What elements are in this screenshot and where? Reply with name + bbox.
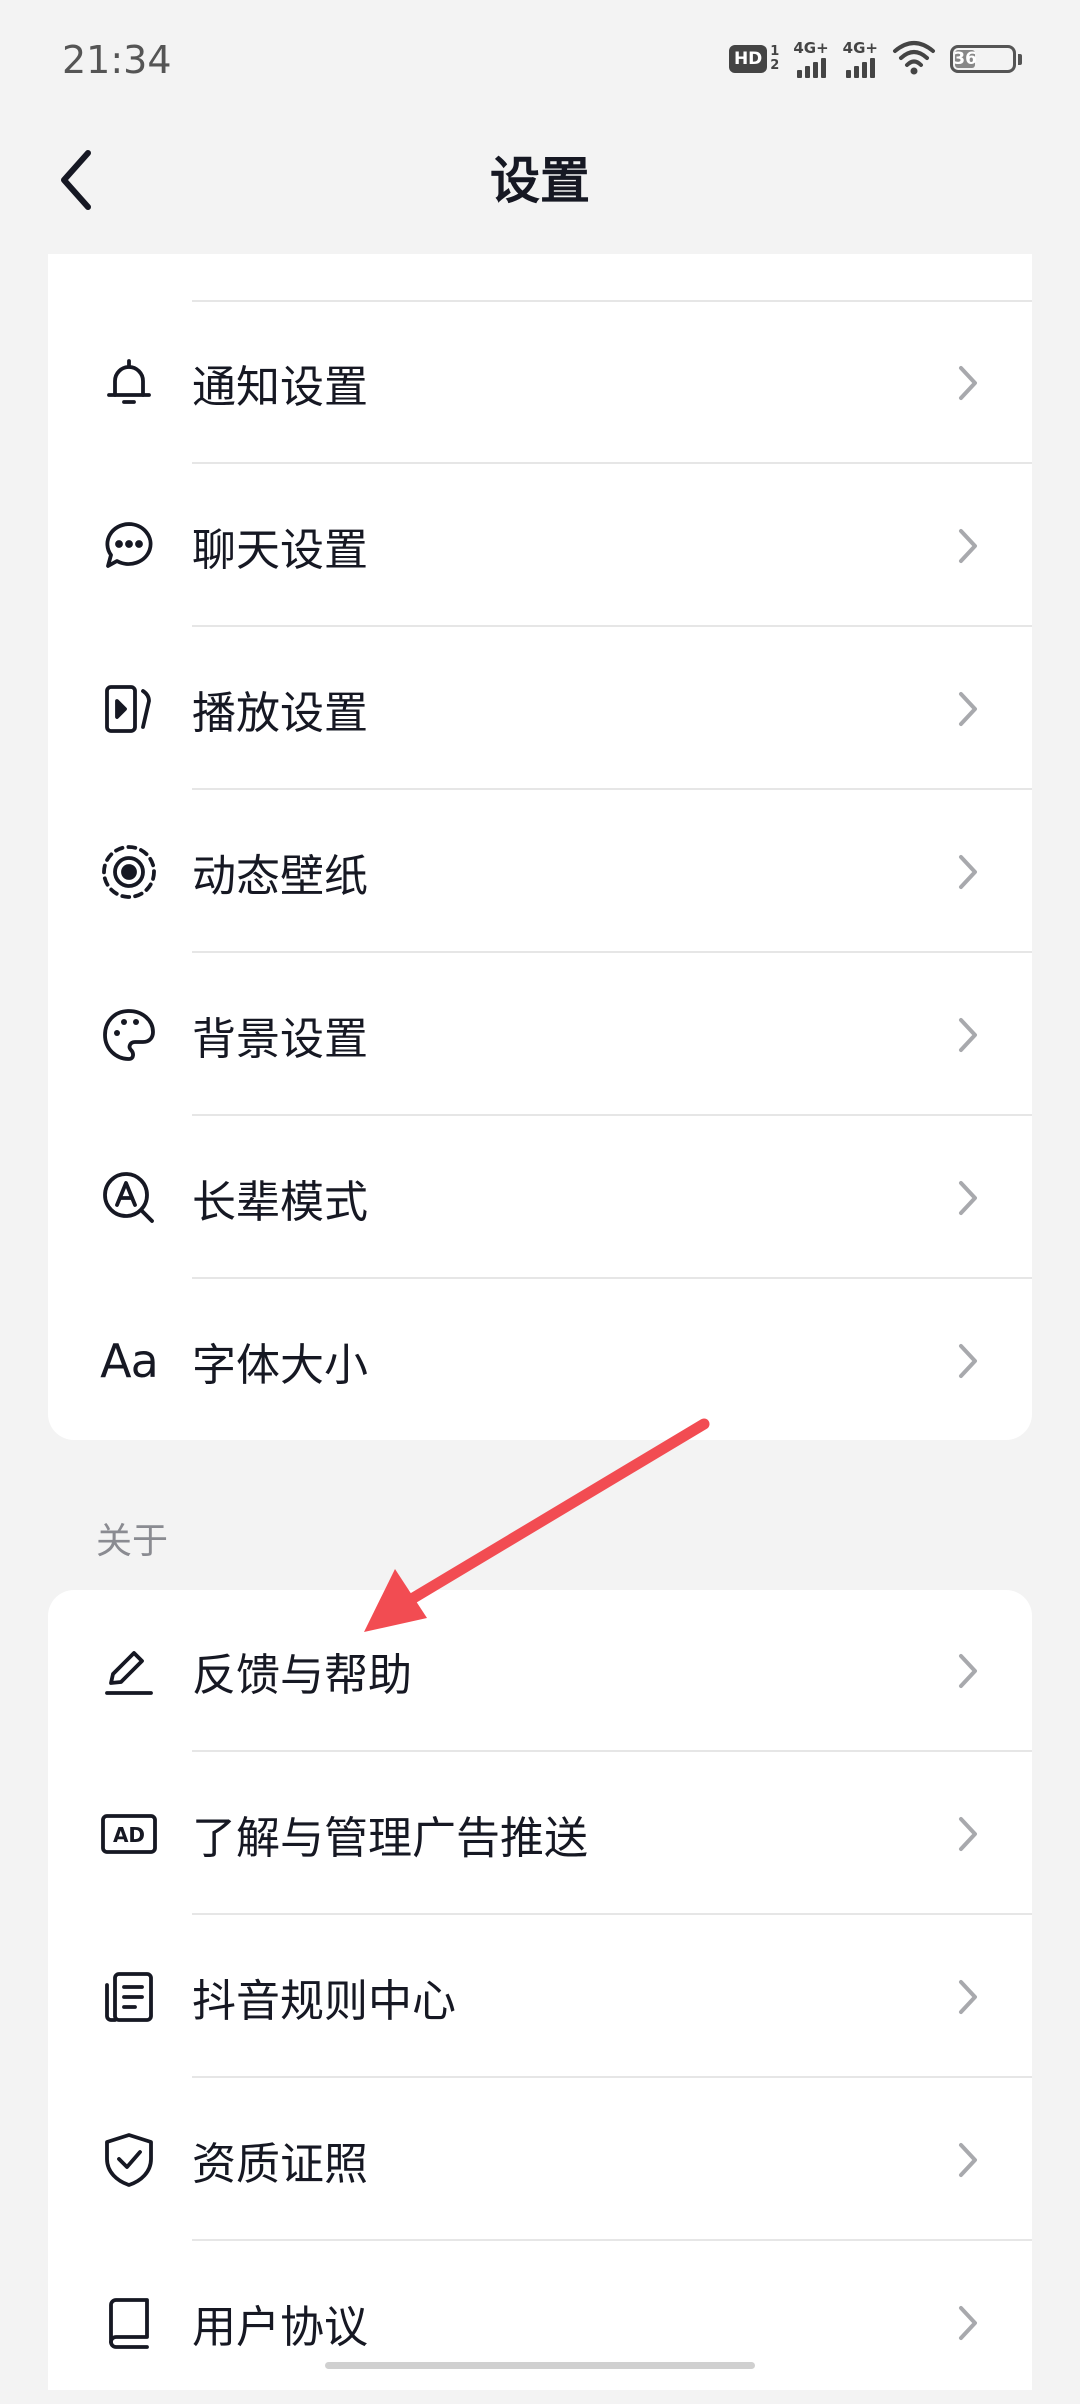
settings-item-label: 用户协议 (192, 2302, 368, 2353)
settings-item-chat[interactable]: 聊天设置 (48, 465, 1032, 627)
settings-item-label: 抖音规则中心 (192, 1976, 456, 2027)
divider (192, 2076, 1032, 2078)
chevron-right-icon (959, 366, 977, 400)
settings-item-qualifications[interactable]: 资质证照 (48, 2079, 1032, 2241)
chevron-right-icon (959, 2143, 977, 2177)
status-icons: HD 1 2 4G+ 4G+ 36 (728, 36, 1022, 82)
chevron-right-icon (959, 529, 977, 563)
general-settings-card: 通知设置 聊天设置 播放设置 动态壁纸 背景设置 长辈模式 Aa 字体大小 (48, 254, 1032, 1440)
palette-icon (98, 1004, 160, 1066)
battery-level: 36 (953, 49, 977, 69)
divider (192, 1913, 1032, 1915)
back-arrow-icon (61, 150, 91, 210)
nav-bar: 设置 (0, 120, 1080, 240)
chevron-right-icon (959, 1181, 977, 1215)
settings-item-playback[interactable]: 播放设置 (48, 628, 1032, 790)
back-button[interactable] (44, 144, 108, 216)
cellular-signal-1-icon: 4G+ (793, 39, 829, 78)
signal-1-label: 4G+ (793, 39, 829, 57)
divider (192, 1277, 1032, 1279)
status-bar: 21:34 HD 1 2 4G+ 4G+ 36 (0, 0, 1080, 120)
hd-voice-icon: HD 1 2 (728, 44, 780, 73)
chevron-right-icon (959, 1817, 977, 1851)
chevron-right-icon (959, 1654, 977, 1688)
hd-label: HD (728, 45, 768, 73)
hd-sim-1: 1 (770, 44, 780, 59)
chevron-right-icon (959, 2306, 977, 2340)
settings-item-label: 了解与管理广告推送 (192, 1813, 588, 1864)
settings-item-label: 背景设置 (192, 1014, 368, 1065)
settings-item-rules-center[interactable]: 抖音规则中心 (48, 1916, 1032, 2078)
settings-item-live-wallpaper[interactable]: 动态壁纸 (48, 791, 1032, 953)
live-wallpaper-icon (98, 841, 160, 903)
chevron-right-icon (959, 692, 977, 726)
play-settings-icon (98, 678, 160, 740)
font-size-icon: Aa (98, 1330, 160, 1392)
hd-sim-2: 2 (770, 58, 780, 73)
divider (192, 1114, 1032, 1116)
settings-item-ad-management[interactable]: AD 了解与管理广告推送 (48, 1753, 1032, 1915)
divider (192, 462, 1032, 464)
divider (192, 1750, 1032, 1752)
battery-icon: 36 (950, 45, 1022, 73)
settings-item-label: 反馈与帮助 (192, 1650, 412, 1701)
about-card: 反馈与帮助 AD 了解与管理广告推送 抖音规则中心 资质证照 用户协议 (48, 1590, 1032, 2390)
shield-check-icon (98, 2129, 160, 2191)
ad-icon-text: AD (113, 1823, 145, 1847)
chevron-right-icon (959, 855, 977, 889)
ad-icon: AD (98, 1803, 160, 1865)
home-indicator (325, 2362, 755, 2369)
wifi-icon (892, 39, 936, 79)
signal-2-label: 4G+ (842, 39, 878, 57)
chevron-right-icon (959, 1980, 977, 2014)
settings-item-label: 播放设置 (192, 688, 368, 739)
chevron-right-icon (959, 1018, 977, 1052)
settings-item-feedback-help[interactable]: 反馈与帮助 (48, 1590, 1032, 1752)
section-title-about: 关于 (96, 1521, 169, 1562)
font-size-icon-text: Aa (100, 1334, 159, 1388)
settings-item-font-size[interactable]: Aa 字体大小 (48, 1280, 1032, 1442)
divider (192, 625, 1032, 627)
settings-item-label: 动态壁纸 (192, 851, 368, 902)
settings-item-label: 字体大小 (192, 1340, 368, 1391)
book-icon (98, 2292, 160, 2354)
settings-item-label: 通知设置 (192, 362, 368, 413)
divider (192, 951, 1032, 953)
settings-item-notifications[interactable]: 通知设置 (48, 302, 1032, 464)
bell-icon (98, 352, 160, 414)
edit-pen-icon (98, 1640, 160, 1702)
divider (192, 2239, 1032, 2241)
settings-item-background[interactable]: 背景设置 (48, 954, 1032, 1116)
divider (192, 788, 1032, 790)
cellular-signal-2-icon: 4G+ (843, 40, 878, 78)
settings-item-label: 资质证照 (192, 2139, 368, 2190)
elder-mode-icon (98, 1167, 160, 1229)
status-time: 21:34 (62, 38, 172, 82)
settings-item-elder-mode[interactable]: 长辈模式 (48, 1117, 1032, 1279)
chevron-right-icon (959, 1344, 977, 1378)
settings-item-label: 聊天设置 (192, 525, 368, 576)
settings-item-label: 长辈模式 (192, 1177, 368, 1228)
settings-item-user-agreement[interactable]: 用户协议 (48, 2242, 1032, 2404)
page-title: 设置 (490, 152, 590, 210)
chat-bubble-icon (98, 515, 160, 577)
rules-document-icon (98, 1966, 160, 2028)
